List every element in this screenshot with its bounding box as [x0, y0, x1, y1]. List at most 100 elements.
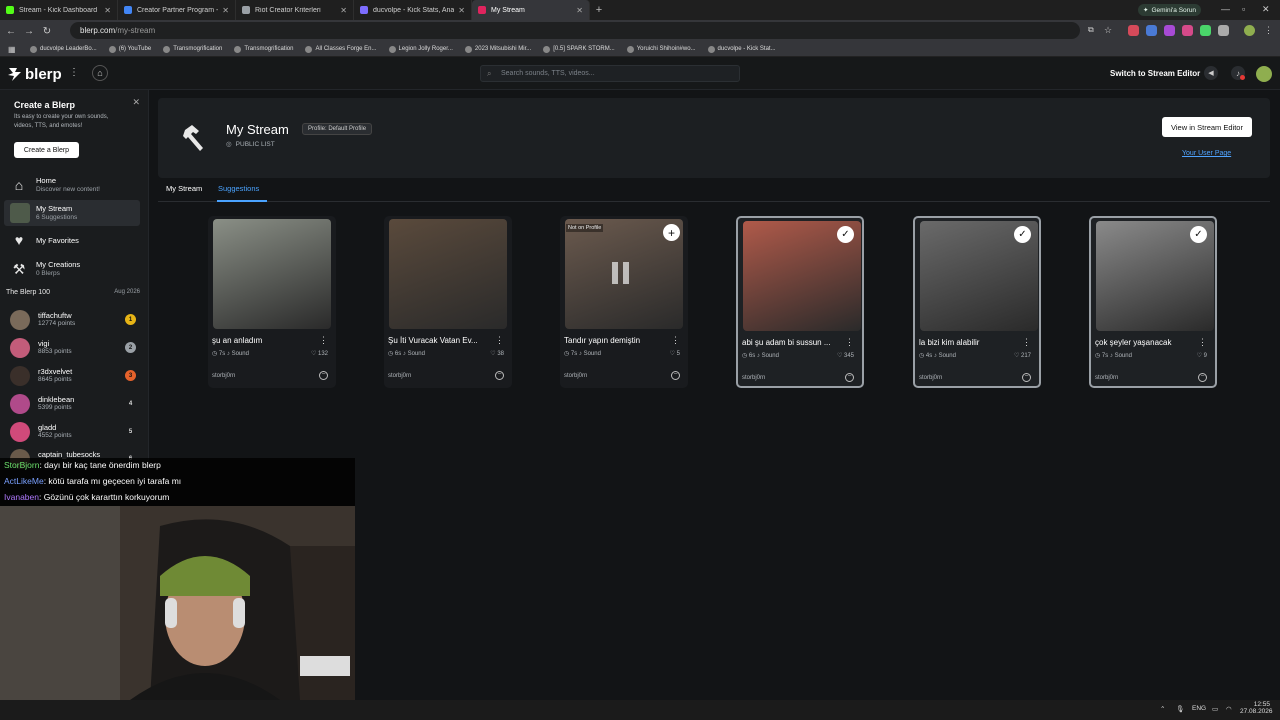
- card-menu-icon[interactable]: ⋮: [495, 335, 504, 346]
- blerp-card[interactable]: Not on Profile + Tandır yapın demiştin ⋮ ◷ 7…: [560, 216, 688, 388]
- blerp-thumbnail[interactable]: [389, 219, 507, 329]
- sidebar-item-my-creations[interactable]: ⚒ My Creations 0 Blerps: [4, 256, 140, 282]
- sidebar-item-home[interactable]: ⌂ Home Discover new content!: [4, 172, 140, 198]
- browser-tab[interactable]: ducvolpe - Kick Stats, Analytic✕: [354, 0, 472, 20]
- selected-check-icon[interactable]: ✓: [1014, 226, 1031, 243]
- chevron-up-icon[interactable]: ⌃: [1160, 705, 1165, 713]
- your-user-page-link[interactable]: Your User Page: [1182, 150, 1231, 157]
- remove-icon[interactable]: −: [1198, 373, 1207, 382]
- extension-icon[interactable]: [1128, 25, 1139, 36]
- minimize-icon[interactable]: —: [1221, 4, 1230, 14]
- blerp-card[interactable]: Şu İti Vuracak Vatan Ev... ⋮ ◷ 6s ♪ Sound ♡…: [384, 216, 512, 388]
- remove-icon[interactable]: −: [319, 371, 328, 380]
- card-menu-icon[interactable]: ⋮: [319, 335, 328, 346]
- close-tab-icon[interactable]: ✕: [222, 6, 229, 15]
- tab-my-stream[interactable]: My Stream: [166, 184, 202, 193]
- menu-dots-icon[interactable]: ⋮: [1264, 25, 1275, 36]
- add-icon[interactable]: +: [663, 224, 680, 241]
- maximize-icon[interactable]: ▫: [1242, 4, 1245, 14]
- card-menu-icon[interactable]: ⋮: [1022, 337, 1031, 348]
- card-menu-icon[interactable]: ⋮: [845, 337, 854, 348]
- leaderboard-row[interactable]: gladd 4552 points 5: [8, 419, 138, 445]
- blerp-card[interactable]: şu an anladım ⋮ ◷ 7s ♪ Sound ♡ 132 storbj0rn…: [208, 216, 336, 388]
- microphone-icon[interactable]: 🎙: [1176, 705, 1184, 713]
- remove-icon[interactable]: −: [845, 373, 854, 382]
- card-menu-icon[interactable]: ⋮: [671, 335, 680, 346]
- extension-icon[interactable]: [1146, 25, 1157, 36]
- leaderboard-row[interactable]: dinklebean 5399 points 4: [8, 391, 138, 417]
- close-promo-icon[interactable]: ✕: [132, 97, 140, 108]
- gemini-button[interactable]: ✦ Gemini'a Sorun: [1138, 4, 1202, 16]
- url-field[interactable]: blerp.com/my-stream: [70, 22, 1080, 39]
- browser-tab[interactable]: My Stream ✕: [472, 0, 590, 20]
- bookmark-item[interactable]: Transmogrification: [234, 45, 293, 53]
- leaderboard-row[interactable]: tiffachuftw 12774 points 1: [8, 307, 138, 333]
- bookmark-item[interactable]: [0.5] SPARK STORM...: [543, 45, 615, 53]
- selected-check-icon[interactable]: ✓: [837, 226, 854, 243]
- extension-icon[interactable]: [1200, 25, 1211, 36]
- back-icon[interactable]: ←: [2, 26, 20, 37]
- tab-suggestions[interactable]: Suggestions: [218, 184, 259, 193]
- close-tab-icon[interactable]: ✕: [340, 6, 347, 15]
- clock[interactable]: 12:55 27.08.2026: [1240, 701, 1273, 715]
- bookmark-item[interactable]: (6) YouTube: [108, 45, 151, 53]
- leaderboard-row[interactable]: r3dxvelvet 8645 points 3: [8, 363, 138, 389]
- language-indicator[interactable]: ENG: [1192, 705, 1206, 712]
- switch-stream-editor-button[interactable]: Switch to Stream Editor: [1110, 69, 1200, 78]
- close-window-icon[interactable]: ✕: [1262, 4, 1270, 15]
- blerp-author[interactable]: storbj0rn: [1095, 375, 1118, 381]
- bookmark-item[interactable]: ducvolpe - Kick Stat...: [707, 45, 776, 53]
- blerp-thumbnail[interactable]: [213, 219, 331, 329]
- new-tab-icon[interactable]: +: [590, 4, 608, 16]
- blerp-author[interactable]: storbj0rn: [388, 373, 411, 379]
- blerp-card[interactable]: ✓ la bizi kim alabilir ⋮ ◷ 4s ♪ Sound ♡ 217 s…: [913, 216, 1041, 388]
- pause-icon[interactable]: [612, 262, 632, 284]
- monitor-icon[interactable]: ▭: [1212, 705, 1218, 713]
- remove-icon[interactable]: −: [495, 371, 504, 380]
- reload-icon[interactable]: ↻: [38, 26, 56, 37]
- selected-check-icon[interactable]: ✓: [1190, 226, 1207, 243]
- blerp-card[interactable]: ✓ abi şu adam bi sussun ... ⋮ ◷ 6s ♪ Sound ♡…: [736, 216, 864, 388]
- view-in-stream-editor-button[interactable]: View in Stream Editor: [1162, 117, 1252, 137]
- bookmark-item[interactable]: Yoruichi Shihoin#wo...: [626, 45, 696, 53]
- blerp-author[interactable]: storbj0rn: [564, 373, 587, 379]
- browser-tab[interactable]: Riot Creator Kriterleri ✕: [236, 0, 354, 20]
- profile-avatar-icon[interactable]: [1244, 25, 1255, 36]
- bookmark-item[interactable]: ducvolpe LeaderBo...: [30, 45, 97, 53]
- user-avatar[interactable]: [1256, 66, 1272, 82]
- home-icon[interactable]: ⌂: [92, 65, 108, 81]
- search-input[interactable]: ⌕ Search sounds, TTS, videos...: [480, 65, 740, 82]
- close-tab-icon[interactable]: ✕: [458, 6, 465, 15]
- sidebar-item-my-stream[interactable]: My Stream 6 Suggestions: [4, 200, 140, 226]
- browser-tab[interactable]: Creator Partner Program - Qua✕: [118, 0, 236, 20]
- profile-badge[interactable]: Profile: Default Profile: [302, 123, 373, 135]
- bookmark-item[interactable]: All Classes Forge En...: [305, 45, 377, 53]
- close-tab-icon[interactable]: ✕: [576, 6, 583, 15]
- browser-tab[interactable]: Stream - Kick Dashboard ✕: [0, 0, 118, 20]
- card-menu-icon[interactable]: ⋮: [1198, 337, 1207, 348]
- star-icon[interactable]: ☆: [1104, 25, 1115, 36]
- create-blerp-button[interactable]: Create a Blerp: [14, 142, 79, 158]
- sidebar-item-my-favorites[interactable]: ♥ My Favorites: [4, 227, 140, 253]
- bookmark-item[interactable]: 2023 Mitsubishi Mir...: [464, 45, 531, 53]
- blerp-author[interactable]: storbj0rn: [919, 375, 942, 381]
- menu-dots-icon[interactable]: ⋮: [69, 67, 79, 78]
- leaderboard-row[interactable]: vigi 8853 points 2: [8, 335, 138, 361]
- bookmark-item[interactable]: Legion Jolly Roger...: [388, 45, 453, 53]
- install-icon[interactable]: ⧉: [1088, 25, 1099, 36]
- volume-icon[interactable]: ◀: [1204, 66, 1218, 80]
- remove-icon[interactable]: −: [1022, 373, 1031, 382]
- blerp-logo[interactable]: blerp: [6, 66, 62, 83]
- extension-icon[interactable]: [1164, 25, 1175, 36]
- wifi-icon[interactable]: ◠: [1226, 705, 1232, 713]
- extensions-puzzle-icon[interactable]: [1218, 25, 1229, 36]
- close-tab-icon[interactable]: ✕: [104, 6, 111, 15]
- blerp-card[interactable]: ✓ çok şeyler yaşanacak ⋮ ◷ 7s ♪ Sound ♡ 9 sto…: [1089, 216, 1217, 388]
- remove-icon[interactable]: −: [671, 371, 680, 380]
- apps-grid-icon[interactable]: ▦: [8, 45, 16, 54]
- blerp-author[interactable]: storbj0rn: [212, 373, 235, 379]
- forward-icon[interactable]: →: [20, 26, 38, 37]
- bookmark-item[interactable]: Transmogrification: [163, 45, 222, 53]
- blerp-author[interactable]: storbj0rn: [742, 375, 765, 381]
- extension-icon[interactable]: [1182, 25, 1193, 36]
